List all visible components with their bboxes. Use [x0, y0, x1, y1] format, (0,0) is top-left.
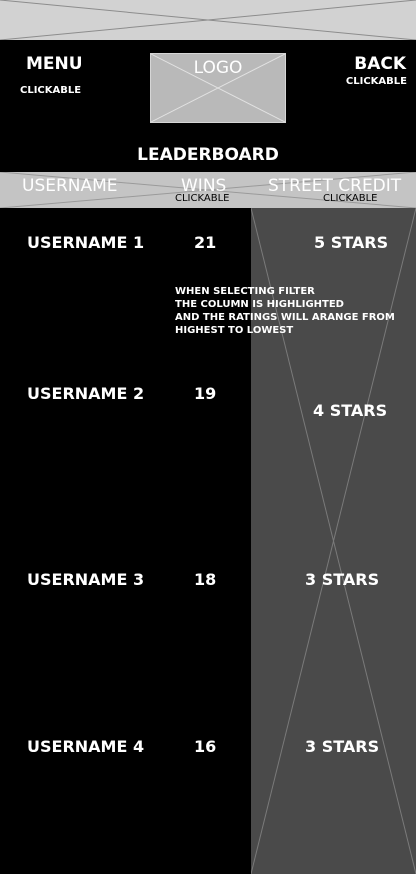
filter-annotation-line: HIGHEST TO LOWEST [175, 325, 294, 336]
table-row-wins: 16 [194, 737, 217, 756]
filter-annotation-line: WHEN SELECTING FILTER [175, 286, 315, 297]
filter-annotation-line: AND THE RATINGS WILL ARANGE FROM [175, 312, 395, 323]
street-credit-clickable-note: CLICKABLE [323, 193, 378, 204]
table-row-username: USERNAME 2 [27, 384, 145, 403]
wins-clickable-note: CLICKABLE [175, 193, 230, 204]
table-row-username: USERNAME 3 [27, 570, 145, 589]
table-row-username: USERNAME 4 [27, 737, 145, 756]
page-title: LEADERBOARD [137, 145, 279, 165]
table-row-wins: 19 [194, 384, 217, 403]
filter-annotation-line: THE COLUMN IS HIGHLIGHTED [175, 299, 344, 310]
table-row-wins: 21 [194, 233, 217, 252]
column-header-username: USERNAME [22, 176, 118, 196]
table-row-wins: 18 [194, 570, 217, 589]
back-clickable-note: CLICKABLE [345, 76, 407, 87]
logo-label: LOGO [193, 58, 243, 78]
menu-button[interactable]: MENU [26, 54, 83, 74]
table-row-street-credit: 5 STARS [314, 233, 389, 252]
filter-annotation: WHEN SELECTING FILTER THE COLUMN IS HIGH… [175, 285, 395, 337]
table-row-street-credit: 3 STARS [305, 570, 380, 589]
back-button[interactable]: BACK [354, 54, 406, 74]
status-bar-placeholder [0, 0, 416, 40]
table-row-username: USERNAME 1 [27, 233, 145, 252]
table-row-street-credit: 3 STARS [305, 737, 380, 756]
table-row-street-credit: 4 STARS [313, 401, 388, 420]
menu-clickable-note: CLICKABLE [20, 85, 82, 96]
logo-placeholder: LOGO [150, 53, 286, 123]
